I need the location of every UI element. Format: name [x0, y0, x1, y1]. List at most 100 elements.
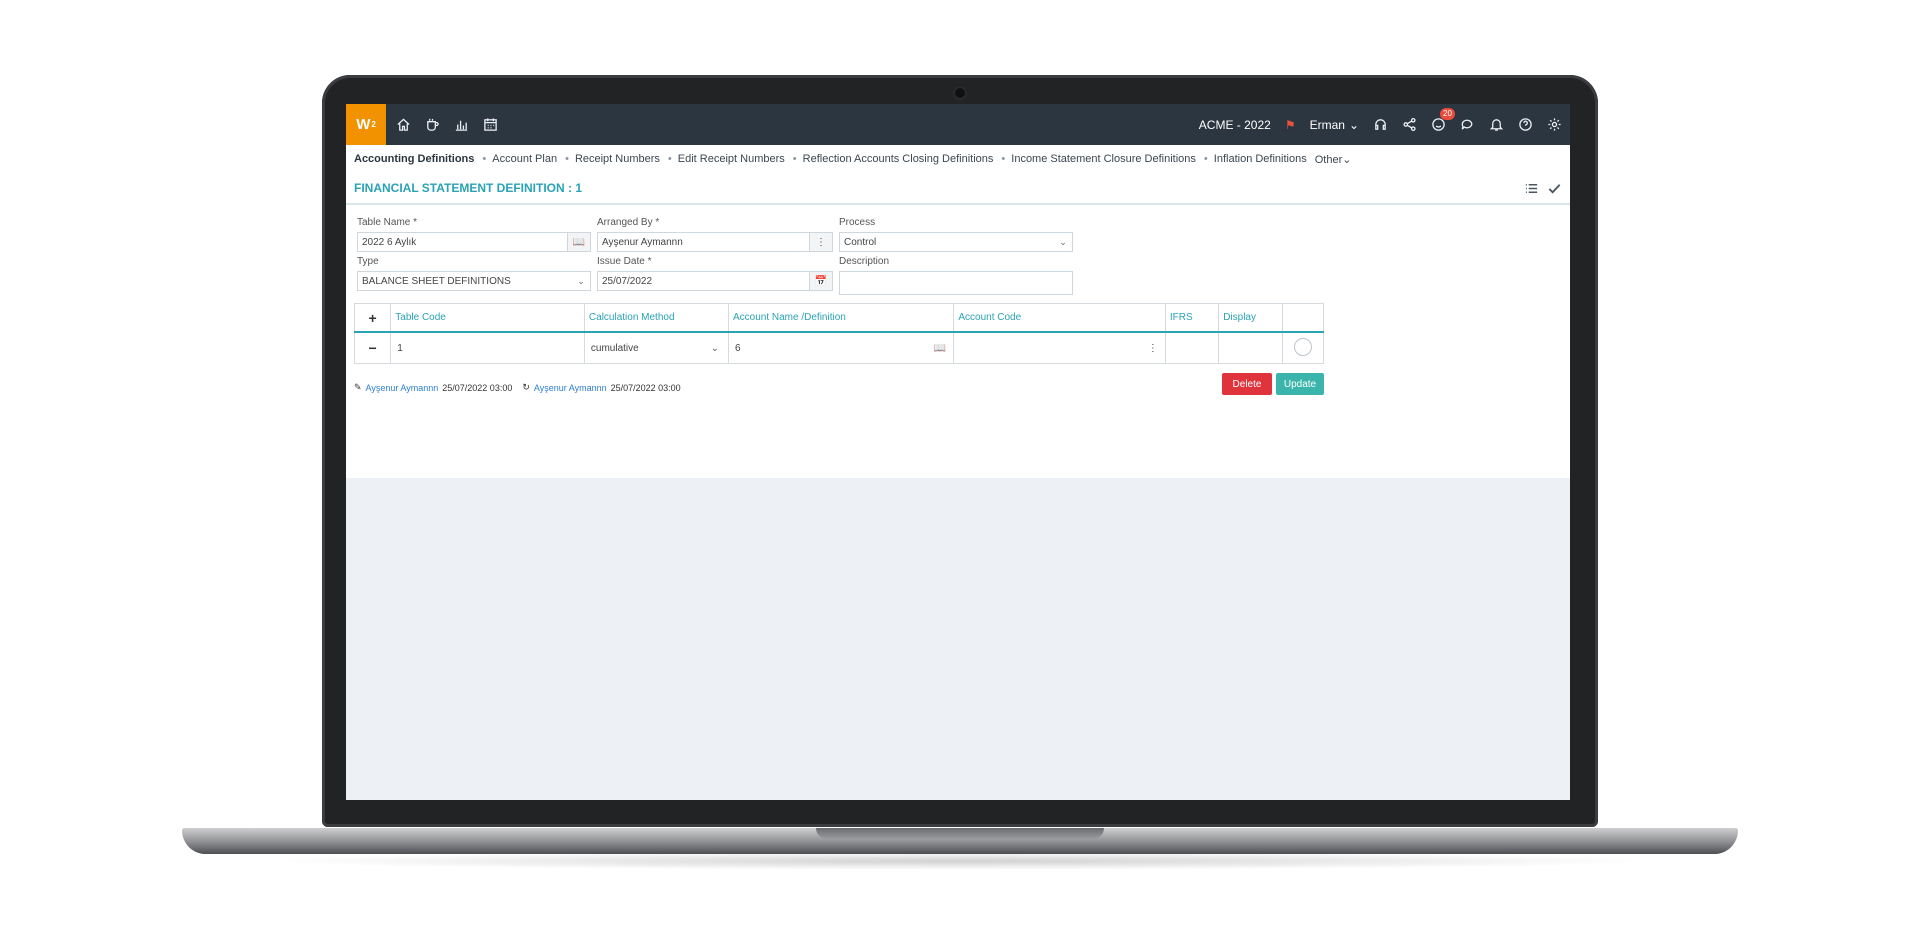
check-icon[interactable] [1547, 181, 1562, 196]
menu-item-other[interactable]: Other⌄ [1315, 153, 1360, 166]
account-name-cell[interactable]: 6 📖 [727, 331, 955, 364]
kebab-menu-icon[interactable]: ⋮ [1148, 343, 1164, 354]
calendar-icon[interactable]: 📅 [809, 272, 832, 290]
account-code-cell[interactable]: ⋮ [953, 331, 1166, 364]
laptop-notch [816, 828, 1104, 839]
chat-icon[interactable] [1460, 117, 1475, 132]
list-icon[interactable] [1524, 181, 1539, 196]
updated-at: 25/07/2022 03:00 [610, 382, 681, 393]
app-logo[interactable]: W2 [346, 104, 386, 145]
delete-button[interactable]: Delete [1222, 373, 1272, 395]
calculation-method-value: cumulative [590, 342, 639, 354]
menu-item-reflection-accounts[interactable]: Reflection Accounts Closing Definitions [803, 153, 1002, 165]
column-header: Display [1218, 303, 1283, 333]
chevron-down-icon: ⌄ [577, 275, 585, 286]
column-header: Account Code [953, 303, 1166, 333]
kebab-menu-icon[interactable]: ⋮ [809, 233, 832, 251]
type-select[interactable]: BALANCE SHEET DEFINITIONS ⌄ [357, 271, 591, 291]
remove-row-button[interactable]: − [353, 331, 392, 364]
calculation-method-select[interactable]: cumulative ⌄ [583, 331, 729, 364]
user-name: Erman [1309, 117, 1345, 132]
table-header-row: + Table Code Calculation Method Account … [353, 303, 1325, 333]
logo-text: W [356, 116, 371, 133]
ifrs-cell[interactable] [1164, 331, 1220, 364]
table-name-field: Table Name * 2022 6 Aylık 📖 [357, 217, 591, 252]
created-by-link[interactable]: Ayşenur Aymannn [366, 383, 439, 393]
row-toggle-cell [1281, 331, 1325, 364]
updated-by-link[interactable]: Ayşenur Aymannn [534, 383, 607, 393]
issue-date-field: Issue Date * 25/07/2022 📅 [597, 256, 833, 291]
issue-date-label: Issue Date * [597, 256, 652, 267]
display-cell[interactable] [1218, 331, 1283, 364]
definition-form: Table Name * 2022 6 Aylık 📖 Arranged By … [346, 205, 1570, 301]
bar-chart-icon[interactable] [454, 117, 469, 132]
nav-icons [396, 117, 498, 132]
smiley-icon[interactable]: 20 [1431, 108, 1455, 132]
table-name-value: 2022 6 Aylık [362, 236, 417, 248]
book-icon[interactable]: 📖 [567, 233, 590, 251]
column-header: Account Name /Definition [727, 303, 955, 333]
definition-card: FINANCIAL STATEMENT DEFINITION : 1 Table… [346, 173, 1570, 478]
logo-sup: 2 [371, 120, 376, 129]
menu-separator: • [565, 153, 569, 165]
menu-separator: • [792, 153, 797, 165]
refresh-icon: ↻ [522, 382, 530, 392]
add-row-button[interactable]: + [353, 303, 392, 333]
page-title: FINANCIAL STATEMENT DEFINITION : 1 [354, 181, 582, 195]
menu-item-income-statement-closure[interactable]: Income Statement Closure Definitions [1011, 153, 1204, 165]
menu-item-receipt-numbers[interactable]: Receipt Numbers [575, 153, 668, 165]
record-footer: ✎ Ayşenur Aymannn 25/07/2022 03:00 ↻ Ayş… [354, 382, 681, 393]
arranged-by-label: Arranged By * [597, 217, 660, 228]
bell-icon[interactable] [1489, 117, 1504, 132]
description-label: Description [839, 256, 890, 267]
issue-date-value: 25/07/2022 [602, 275, 653, 287]
laptop-shadow [260, 852, 1660, 870]
pencil-icon: ✎ [354, 382, 362, 392]
coffee-cup-icon[interactable] [425, 117, 440, 132]
type-value: BALANCE SHEET DEFINITIONS [362, 275, 511, 287]
book-icon[interactable]: 📖 [934, 343, 952, 354]
table-name-label: Table Name * [357, 217, 418, 228]
headset-icon[interactable] [1373, 117, 1388, 132]
arranged-by-value: Ayşenur Aymannn [602, 236, 683, 248]
process-select[interactable]: Control ⌄ [839, 232, 1073, 252]
column-header: Table Code [390, 303, 585, 333]
help-icon[interactable] [1518, 117, 1533, 132]
chevron-down-icon: ⌄ [1342, 153, 1352, 166]
menu-item-edit-receipt-numbers[interactable]: Edit Receipt Numbers [678, 153, 793, 165]
camera [953, 86, 967, 100]
type-field: Type BALANCE SHEET DEFINITIONS ⌄ [357, 256, 591, 291]
flag-icon[interactable]: ⚑ [1285, 118, 1296, 132]
user-menu[interactable]: Erman ⌄ [1310, 118, 1359, 132]
created-at: 25/07/2022 03:00 [442, 382, 513, 393]
gear-icon[interactable] [1547, 117, 1562, 132]
type-label: Type [357, 256, 379, 267]
description-textarea[interactable] [839, 271, 1073, 295]
menu-separator: • [1001, 153, 1006, 165]
toggle-switch[interactable] [1293, 337, 1312, 356]
chevron-down-icon: ⌄ [1348, 117, 1359, 132]
process-label: Process [839, 217, 876, 228]
chevron-down-icon: ⌄ [710, 342, 719, 354]
app-screen: W2 ACME - 2022 ⚑ Erman ⌄ 20 Accounting D… [346, 104, 1570, 800]
calendar-icon[interactable] [483, 117, 498, 132]
menu-item-inflation-definitions[interactable]: Inflation Definitions [1214, 153, 1315, 165]
company-selector[interactable]: ACME - 2022 [1199, 118, 1271, 132]
table-name-input[interactable]: 2022 6 Aylık 📖 [357, 232, 591, 252]
menu-separator: • [482, 153, 487, 165]
issue-date-input[interactable]: 25/07/2022 📅 [597, 271, 833, 291]
topbar-right: ACME - 2022 ⚑ Erman ⌄ 20 [1199, 108, 1570, 132]
table-code-cell[interactable]: 1 [390, 331, 585, 364]
table-row: − 1 cumulative ⌄ 6 📖 ⋮ [353, 331, 1325, 364]
menu-item-account-plan[interactable]: Account Plan [492, 153, 565, 165]
menu-other-label: Other [1314, 153, 1343, 166]
menu-item-accounting-definitions[interactable]: Accounting Definitions [354, 153, 482, 165]
share-icon[interactable] [1402, 117, 1417, 132]
sub-menu: Accounting Definitions • Account Plan • … [346, 145, 1570, 173]
update-button[interactable]: Update [1276, 373, 1324, 395]
chevron-down-icon: ⌄ [1059, 236, 1067, 247]
arranged-by-input[interactable]: Ayşenur Aymannn ⋮ [597, 232, 833, 252]
home-icon[interactable] [396, 117, 411, 132]
menu-separator: • [1203, 153, 1208, 165]
notification-badge: 20 [1440, 108, 1455, 120]
